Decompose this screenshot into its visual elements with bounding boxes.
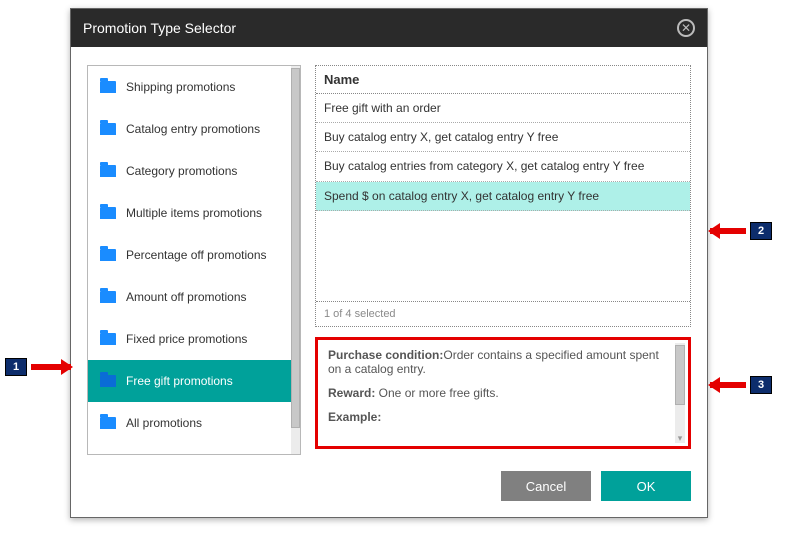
sidebar-item-1[interactable]: Catalog entry promotions [88,108,300,150]
selection-count: 1 of 4 selected [316,301,690,326]
sidebar-item-label: Category promotions [126,164,237,178]
sidebar-item-label: Multiple items promotions [126,206,262,220]
sidebar-item-2[interactable]: Category promotions [88,150,300,192]
folder-icon [100,207,116,219]
folder-icon [100,291,116,303]
arrow-right-icon [31,364,71,370]
dialog-title: Promotion Type Selector [83,20,236,36]
sidebar-scrollbar[interactable] [291,66,300,454]
category-sidebar: Shipping promotions Catalog entry promoti… [87,65,301,455]
cancel-button[interactable]: Cancel [501,471,591,501]
right-panel: Name Free gift with an orderBuy catalog … [315,65,691,455]
callout-1-num: 1 [5,358,27,376]
callout-1: 1 [5,358,71,376]
ok-button[interactable]: OK [601,471,691,501]
table-row[interactable]: Buy catalog entries from category X, get… [316,152,690,181]
details-scrollbar[interactable]: ▴ ▾ [675,343,685,443]
reward-line: Reward: One or more free gifts. [328,386,672,400]
sidebar-item-0[interactable]: Shipping promotions [88,66,300,108]
close-icon[interactable]: ✕ [677,19,695,37]
dialog-buttons: Cancel OK [71,455,707,501]
folder-icon [100,417,116,429]
details-scroll-thumb[interactable] [675,345,685,405]
table-row[interactable]: Buy catalog entry X, get catalog entry Y… [316,123,690,152]
sidebar-item-8[interactable]: All promotions [88,402,300,444]
dialog-content: Shipping promotions Catalog entry promoti… [71,47,707,455]
sidebar-item-5[interactable]: Amount off promotions [88,276,300,318]
promotion-type-selector-dialog: Promotion Type Selector ✕ Shipping promo… [70,8,708,518]
sidebar-item-label: Shipping promotions [126,80,235,94]
arrow-left-icon [710,382,746,388]
folder-icon [100,249,116,261]
sidebar-item-label: Percentage off promotions [126,248,267,262]
dialog-titlebar: Promotion Type Selector ✕ [71,9,707,47]
folder-icon [100,165,116,177]
sidebar-item-label: All promotions [126,416,202,430]
callout-2: 2 [710,222,772,240]
example-line: Example: [328,410,672,424]
arrow-left-icon [710,228,746,234]
callout-3: 3 [710,376,772,394]
folder-icon [100,375,116,387]
table-body: Free gift with an orderBuy catalog entry… [316,94,690,301]
purchase-condition-line: Purchase condition:Order contains a spec… [328,348,672,376]
promotion-table: Name Free gift with an orderBuy catalog … [315,65,691,327]
sidebar-item-6[interactable]: Fixed price promotions [88,318,300,360]
example-label: Example: [328,410,381,424]
scroll-down-icon[interactable]: ▾ [675,433,685,443]
sidebar-item-7[interactable]: Free gift promotions [88,360,300,402]
reward-text: One or more free gifts. [375,386,498,400]
sidebar-item-label: Fixed price promotions [126,332,247,346]
callout-3-num: 3 [750,376,772,394]
sidebar-item-4[interactable]: Percentage off promotions [88,234,300,276]
table-row[interactable]: Free gift with an order [316,94,690,123]
folder-icon [100,81,116,93]
sidebar-item-label: Amount off promotions [126,290,247,304]
sidebar-item-label: Free gift promotions [126,374,233,388]
folder-icon [100,123,116,135]
callout-2-num: 2 [750,222,772,240]
purchase-condition-label: Purchase condition: [328,348,443,362]
sidebar-scroll-thumb[interactable] [291,68,300,428]
folder-icon [100,333,116,345]
details-box: Purchase condition:Order contains a spec… [315,337,691,449]
table-header-name: Name [316,66,690,94]
sidebar-item-label: Catalog entry promotions [126,122,260,136]
sidebar-item-3[interactable]: Multiple items promotions [88,192,300,234]
table-row[interactable]: Spend $ on catalog entry X, get catalog … [316,182,690,211]
reward-label: Reward: [328,386,375,400]
